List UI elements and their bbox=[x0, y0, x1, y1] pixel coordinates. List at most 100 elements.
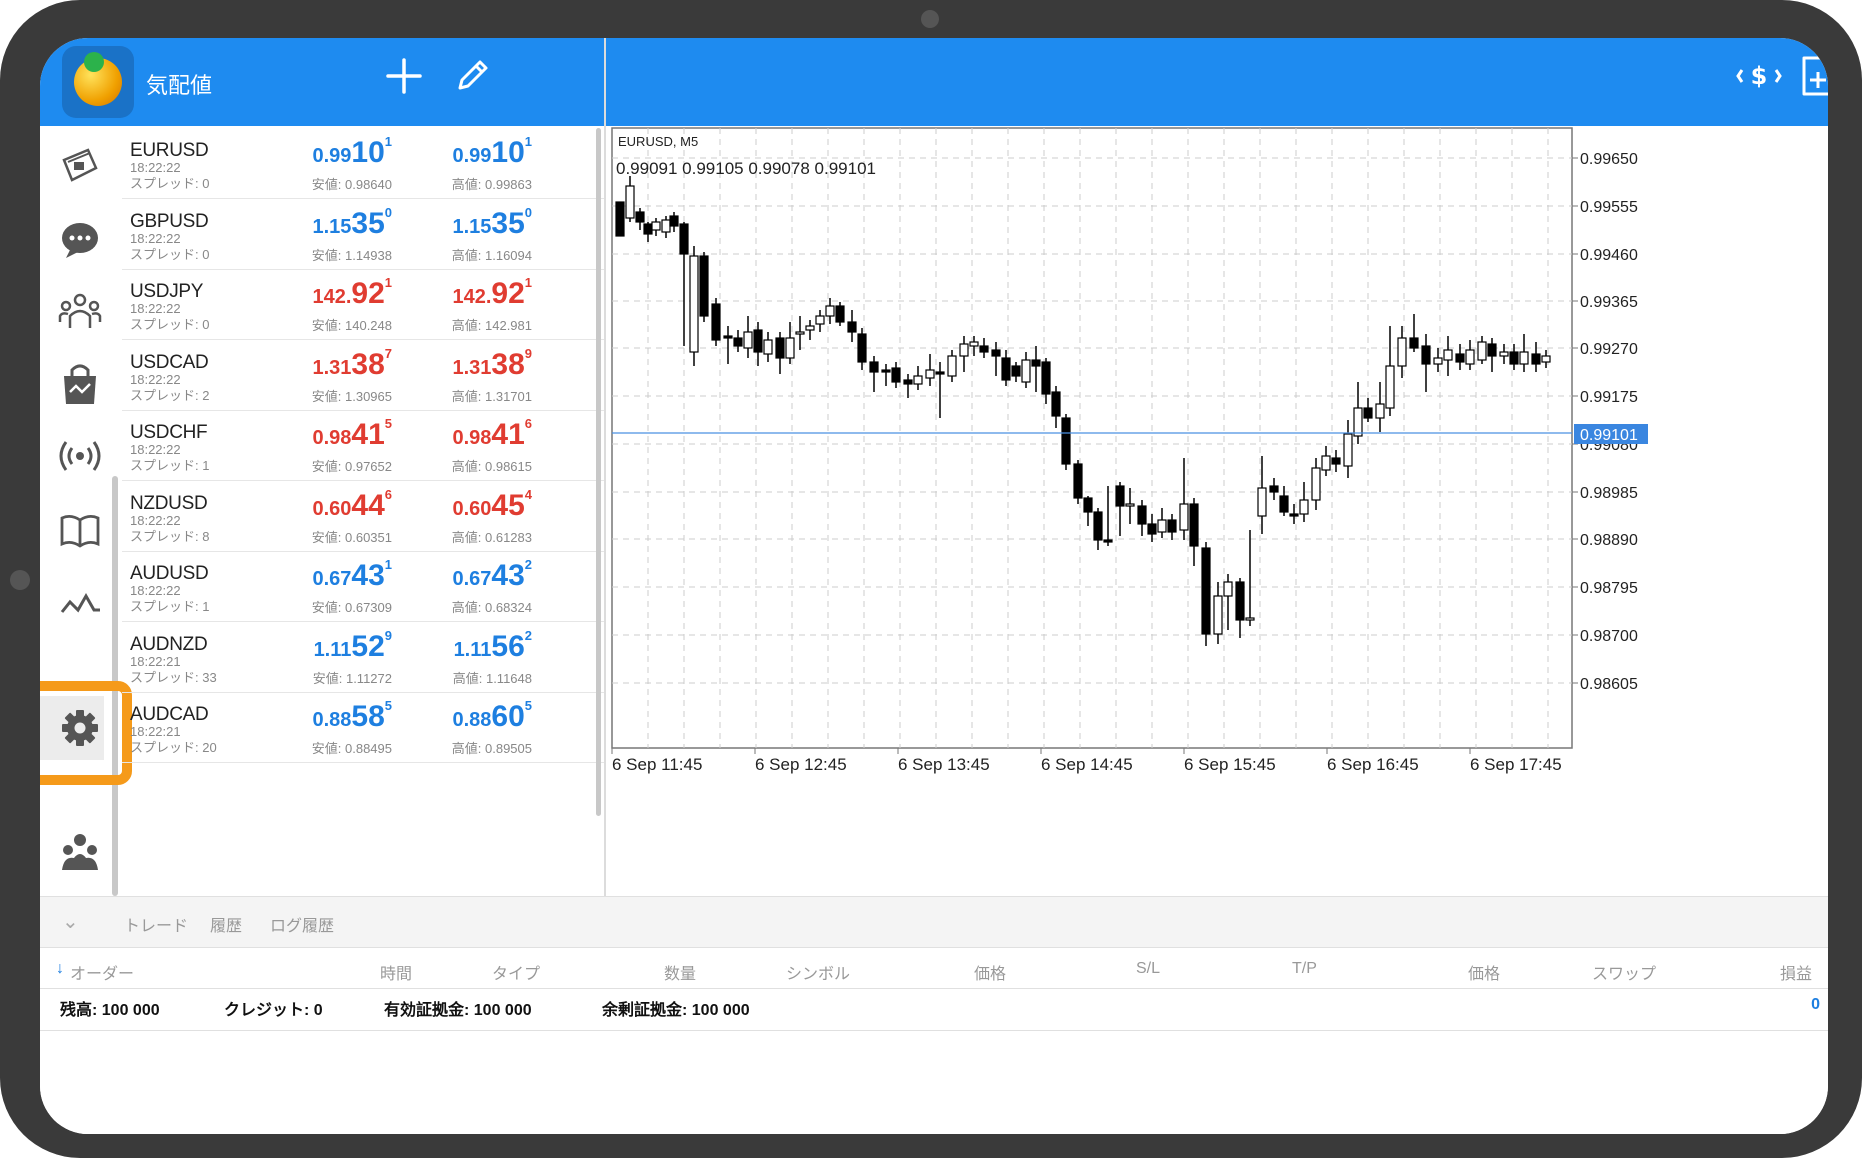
col-price-current[interactable]: 価格 bbox=[1468, 960, 1500, 984]
y-tick-label: 0.98605 bbox=[1580, 676, 1638, 693]
x-tick-label: 6 Sep 14:45 bbox=[1041, 755, 1133, 774]
quote-spread: スプレッド: 0 bbox=[130, 246, 210, 262]
candle-body bbox=[1031, 359, 1041, 367]
quote-spread: スプレッド: 1 bbox=[130, 599, 210, 614]
candle-body bbox=[1397, 337, 1407, 367]
bid-price[interactable]: 0.98415 bbox=[262, 416, 392, 452]
candle-body bbox=[711, 303, 721, 341]
bid-price[interactable]: 0.99101 bbox=[262, 134, 392, 170]
ask-price[interactable]: 0.98416 bbox=[402, 416, 532, 452]
candle-body bbox=[1409, 337, 1419, 349]
quote-row[interactable]: USDCHF 18:22:22 スプレッド: 1 0.98415 0.98416… bbox=[122, 410, 604, 481]
ask-price[interactable]: 1.31389 bbox=[402, 346, 532, 382]
bid-price[interactable]: 1.31387 bbox=[262, 346, 392, 382]
candle-body bbox=[903, 379, 913, 385]
col-order[interactable]: オーダー bbox=[70, 960, 134, 984]
bid-price[interactable]: 142.921 bbox=[262, 275, 392, 311]
quote-row[interactable]: NZDUSD 18:22:22 スプレッド: 8 0.60446 0.60454… bbox=[122, 481, 604, 552]
quote-row[interactable]: GBPUSD 18:22:22 スプレッド: 0 1.15350 1.15350… bbox=[122, 199, 604, 270]
price-chart[interactable]: 0.99650 0.99555 0.99460 0.99365 0.99270 0.991… bbox=[608, 126, 1828, 896]
low-price: 安値: 1.11272 bbox=[312, 670, 392, 686]
quotes-scrollbar[interactable] bbox=[596, 128, 601, 816]
candle-body bbox=[1213, 595, 1223, 635]
tab-log[interactable]: ログ履歴 bbox=[270, 912, 334, 936]
quote-row[interactable]: AUDNZD 18:22:21 スプレッド: 33 1.11529 1.1156… bbox=[122, 622, 604, 693]
bid-price[interactable]: 0.67431 bbox=[262, 557, 392, 593]
quote-symbol: AUDCAD bbox=[130, 704, 209, 725]
ask-price[interactable]: 0.88605 bbox=[402, 698, 532, 734]
sidebar-item-signals[interactable] bbox=[54, 430, 106, 482]
sidebar-item-tradays[interactable] bbox=[54, 576, 106, 628]
candle-body bbox=[979, 345, 989, 353]
col-tp[interactable]: T/P bbox=[1292, 960, 1317, 978]
sidebar-item-calendar[interactable] bbox=[54, 140, 106, 192]
col-swap[interactable]: スワップ bbox=[1592, 960, 1656, 984]
quote-symbol: USDCAD bbox=[130, 351, 209, 373]
terminal-panel: ⌄ トレード 履歴 ログ履歴 ↓ オーダー 時間 タイプ 数量 シンボル 価格 … bbox=[40, 896, 1828, 1134]
sort-arrow-icon[interactable]: ↓ bbox=[56, 960, 64, 978]
device-frame: 気配値 $ EURUSD 18:22:22 スプレッド: 0 0.99101 0… bbox=[0, 0, 1862, 1158]
quote-spread: スプレッド: 2 bbox=[130, 387, 210, 403]
sidebar-item-market[interactable] bbox=[54, 358, 106, 410]
ask-price[interactable]: 0.67432 bbox=[402, 557, 532, 593]
bid-price[interactable]: 1.15350 bbox=[262, 205, 392, 241]
sidebar-item-journal[interactable] bbox=[54, 504, 106, 556]
app-logo-icon[interactable] bbox=[62, 46, 134, 118]
candle-body bbox=[1487, 343, 1497, 357]
credit-text: クレジット: 0 bbox=[224, 1002, 323, 1019]
low-price: 安値: 1.14938 bbox=[311, 247, 392, 263]
candle-body bbox=[1157, 519, 1167, 533]
y-tick-label: 0.99460 bbox=[1580, 247, 1638, 264]
candle-body bbox=[1279, 495, 1289, 513]
tab-trade[interactable]: トレード bbox=[124, 912, 188, 936]
ask-price[interactable]: 142.921 bbox=[402, 275, 532, 311]
high-price: 高値: 0.68324 bbox=[451, 600, 532, 615]
col-sl[interactable]: S/L bbox=[1136, 960, 1160, 978]
edit-button[interactable] bbox=[452, 56, 492, 101]
add-symbol-button[interactable] bbox=[384, 56, 424, 101]
sidebar-item-about[interactable] bbox=[54, 826, 106, 878]
shopping-bag-icon bbox=[64, 364, 96, 404]
candle-body bbox=[1433, 357, 1443, 365]
col-price[interactable]: 価格 bbox=[974, 960, 1006, 984]
ask-price[interactable]: 0.60454 bbox=[402, 487, 532, 523]
col-profit[interactable]: 損益 bbox=[1780, 960, 1812, 984]
candle-body bbox=[1353, 407, 1363, 437]
candle-body bbox=[1083, 497, 1093, 513]
quote-row[interactable]: EURUSD 18:22:22 スプレッド: 0 0.99101 0.99101… bbox=[122, 128, 604, 199]
bid-price[interactable]: 1.11529 bbox=[262, 628, 392, 664]
candle-body bbox=[1147, 523, 1157, 535]
candle-body bbox=[1331, 457, 1341, 465]
tab-history[interactable]: 履歴 bbox=[210, 912, 242, 936]
profit-total: 0 bbox=[1811, 996, 1820, 1013]
book-icon bbox=[60, 515, 100, 548]
bid-price[interactable]: 0.88585 bbox=[262, 698, 392, 734]
bid-price[interactable]: 0.60446 bbox=[262, 487, 392, 523]
trade-button[interactable]: $ bbox=[1736, 56, 1782, 101]
candle-body bbox=[991, 349, 1001, 357]
col-time[interactable]: 時間 bbox=[380, 960, 412, 984]
ask-price[interactable]: 1.11562 bbox=[402, 628, 532, 664]
new-order-button[interactable] bbox=[1798, 54, 1828, 103]
quote-row[interactable]: USDJPY 18:22:22 スプレッド: 0 142.921 142.921… bbox=[122, 269, 604, 340]
quote-row[interactable]: USDCAD 18:22:22 スプレッド: 2 1.31387 1.31389… bbox=[122, 340, 604, 411]
candle-body bbox=[1235, 581, 1245, 621]
candle-body bbox=[815, 315, 825, 325]
candle-body bbox=[615, 201, 625, 237]
ask-price[interactable]: 0.99101 bbox=[402, 134, 532, 170]
candle-body bbox=[1011, 365, 1021, 377]
chevron-down-icon[interactable]: ⌄ bbox=[62, 909, 79, 934]
candle-body bbox=[1103, 539, 1113, 543]
col-volume[interactable]: 数量 bbox=[664, 960, 696, 984]
candlestick-chart[interactable]: 0.99650 0.99555 0.99460 0.99365 0.99270 0.991… bbox=[608, 126, 1828, 896]
sidebar-item-community[interactable] bbox=[54, 284, 106, 336]
ask-price[interactable]: 1.15350 bbox=[402, 205, 532, 241]
panel-divider[interactable] bbox=[604, 38, 606, 896]
calendar-icon bbox=[62, 148, 98, 182]
candle-body bbox=[1363, 407, 1373, 419]
quote-row[interactable]: AUDCAD 18:22:21 スプレッド: 20 0.88585 0.8860… bbox=[122, 692, 604, 763]
sidebar-item-chat[interactable] bbox=[54, 214, 106, 266]
quote-row[interactable]: AUDUSD 18:22:22 スプレッド: 1 0.67431 0.67432… bbox=[122, 551, 604, 622]
col-symbol[interactable]: シンボル bbox=[786, 960, 850, 984]
col-type[interactable]: タイプ bbox=[492, 960, 540, 984]
